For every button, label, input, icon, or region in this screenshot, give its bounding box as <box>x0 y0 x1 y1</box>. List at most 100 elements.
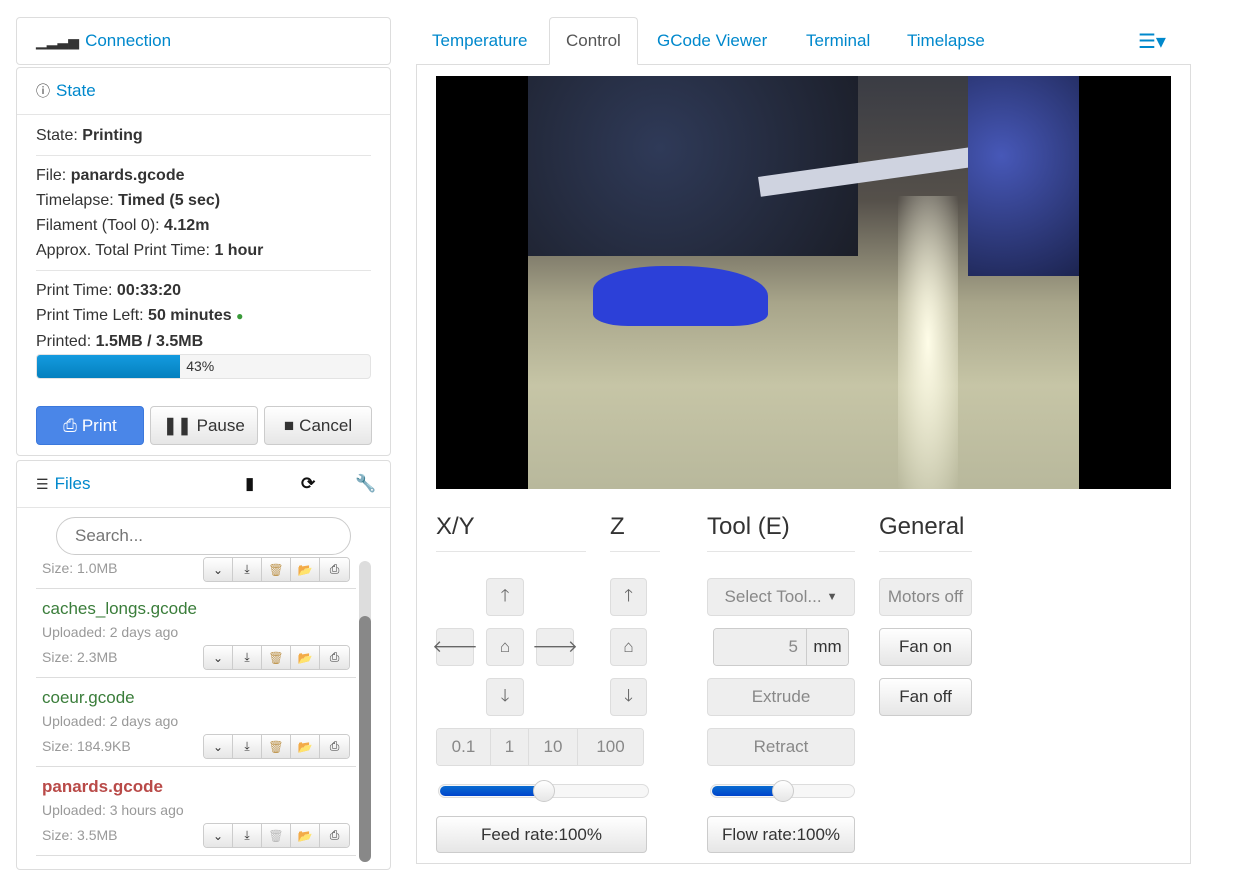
download-icon[interactable]: ⤓ <box>233 824 262 847</box>
pause-button[interactable]: ❚❚ Pause <box>150 406 258 445</box>
file-size: Size: 3.5MB <box>42 827 118 843</box>
expand-icon[interactable]: ⌄ <box>204 646 233 669</box>
tab-timelapse[interactable]: Timelapse <box>891 17 1001 65</box>
print-button[interactable]: ⎙ Print <box>36 406 144 445</box>
tab-gcode-viewer[interactable]: GCode Viewer <box>641 17 783 65</box>
webcam-image <box>528 76 1079 489</box>
expand-icon[interactable]: ⌄ <box>204 558 233 581</box>
x-plus-arrow-right-icon[interactable]: 🡒 <box>532 628 578 666</box>
z-minus-arrow-down-icon[interactable]: 🡓 <box>610 678 647 716</box>
state-title[interactable]: State <box>56 81 96 101</box>
caret-down-icon: ▼ <box>826 591 838 603</box>
y-plus-arrow-up-icon[interactable]: 🡑 <box>486 578 524 616</box>
select-tool-dropdown[interactable]: Select Tool... ▼ <box>707 578 855 616</box>
files-title[interactable]: Files <box>55 474 91 494</box>
list-icon: ☰ <box>36 475 49 492</box>
signal-icon: ▁▂▃▅ <box>36 32 80 49</box>
file-uploaded: Uploaded: 2 days ago <box>42 624 179 640</box>
download-icon[interactable]: ⤓ <box>233 735 262 758</box>
fan-on-button[interactable]: Fan on <box>879 628 972 666</box>
expand-icon[interactable]: ⌄ <box>204 824 233 847</box>
tab-control[interactable]: Control <box>549 17 638 65</box>
xy-home-icon[interactable]: ⌂ <box>486 628 524 666</box>
cancel-button[interactable]: ■ Cancel <box>264 406 372 445</box>
load-icon[interactable]: 📂 <box>291 558 320 581</box>
flow-rate-button[interactable]: Flow rate:100% <box>707 816 855 853</box>
download-icon[interactable]: ⤓ <box>233 646 262 669</box>
xy-title: X/Y <box>436 513 586 552</box>
stop-icon: ■ <box>283 415 295 435</box>
load-icon[interactable]: 📂 <box>291 735 320 758</box>
extrude-amount-group: 5 mm <box>713 628 849 666</box>
x-minus-arrow-left-icon[interactable]: 🡐 <box>432 628 478 666</box>
file-search-input[interactable] <box>56 517 351 555</box>
print-time-line: Print Time: 00:33:20 <box>36 282 181 299</box>
step-100-button[interactable]: 100 <box>578 729 643 765</box>
progress-bar: 43% <box>36 354 371 379</box>
motors-off-button[interactable]: Motors off <box>879 578 972 616</box>
step-10-button[interactable]: 10 <box>529 729 578 765</box>
delete-icon[interactable]: 🗑 <box>262 824 291 847</box>
feed-rate-slider[interactable] <box>438 780 649 802</box>
z-home-icon[interactable]: ⌂ <box>610 628 647 666</box>
file-actions: ⌄ ⤓ 🗑 📂 ⎙ <box>203 823 350 848</box>
download-icon[interactable]: ⤓ <box>233 558 262 581</box>
tab-temperature[interactable]: Temperature <box>416 17 543 65</box>
flow-rate-slider[interactable] <box>710 780 855 802</box>
y-minus-arrow-down-icon[interactable]: 🡓 <box>486 678 524 716</box>
connection-title[interactable]: Connection <box>85 31 171 51</box>
print-file-icon[interactable]: ⎙ <box>320 735 349 758</box>
retract-button[interactable]: Retract <box>707 728 855 766</box>
status-dot-icon: ● <box>236 309 244 323</box>
feed-rate-button[interactable]: Feed rate:100% <box>436 816 647 853</box>
file-list-item: panards.gcode Uploaded: 3 hours ago Size… <box>36 767 356 856</box>
step-1-button[interactable]: 1 <box>491 729 529 765</box>
wrench-icon[interactable]: 🔧 <box>355 474 376 494</box>
tab-menu-icon[interactable]: ☰▾ <box>1122 17 1182 65</box>
print-file-icon[interactable]: ⎙ <box>320 646 349 669</box>
general-title: General <box>879 513 972 552</box>
delete-icon[interactable]: 🗑 <box>262 558 291 581</box>
connection-panel: ▁▂▃▅ Connection <box>16 17 391 65</box>
file-line: File: panards.gcode <box>36 167 185 184</box>
file-item-partial: Size: 1.0MB ⌄ ⤓ 🗑 📂 ⎙ <box>36 557 356 589</box>
file-list-scrollbar[interactable] <box>359 561 371 862</box>
flow-slider-handle[interactable] <box>771 780 794 802</box>
tab-bar: Temperature Control GCode Viewer Termina… <box>416 17 1191 65</box>
delete-icon[interactable]: 🗑 <box>262 735 291 758</box>
file-uploaded: Uploaded: 3 hours ago <box>42 802 184 818</box>
print-file-icon[interactable]: ⎙ <box>320 824 349 847</box>
file-name[interactable]: coeur.gcode <box>42 688 135 708</box>
files-header: ☰ Files ▮ ⟳ 🔧 <box>17 461 390 508</box>
extrude-amount-input[interactable]: 5 <box>714 629 807 665</box>
tab-terminal[interactable]: Terminal <box>790 17 886 65</box>
delete-icon[interactable]: 🗑 <box>262 646 291 669</box>
expand-icon[interactable]: ⌄ <box>204 735 233 758</box>
print-icon: ⎙ <box>63 415 77 435</box>
refresh-icon[interactable]: ⟳ <box>301 474 315 494</box>
step-size-group: 0.1 1 10 100 <box>436 728 644 766</box>
print-file-icon[interactable]: ⎙ <box>320 558 349 581</box>
approx-time-line: Approx. Total Print Time: 1 hour <box>36 242 264 259</box>
feed-slider-handle[interactable] <box>532 780 555 802</box>
step-0-1-button[interactable]: 0.1 <box>437 729 491 765</box>
new-file-icon[interactable]: ▮ <box>245 474 254 494</box>
state-line: State: Printing <box>36 127 143 144</box>
load-icon[interactable]: 📂 <box>291 824 320 847</box>
state-header[interactable]: ⓘ State <box>17 68 390 115</box>
progress-text: 43% <box>186 358 215 374</box>
file-list-item: caches_longs.gcode Uploaded: 2 days ago … <box>36 589 356 678</box>
webcam-stream <box>436 76 1171 489</box>
file-name[interactable]: panards.gcode <box>42 777 163 797</box>
file-name[interactable]: caches_longs.gcode <box>42 599 197 619</box>
time-left-line: Print Time Left: 50 minutes ● <box>36 307 244 324</box>
pause-icon: ❚❚ <box>163 415 192 435</box>
file-size: Size: 2.3MB <box>42 649 118 665</box>
filament-line: Filament (Tool 0): 4.12m <box>36 217 210 234</box>
load-icon[interactable]: 📂 <box>291 646 320 669</box>
file-actions: ⌄ ⤓ 🗑 📂 ⎙ <box>203 557 350 582</box>
fan-off-button[interactable]: Fan off <box>879 678 972 716</box>
z-plus-arrow-up-icon[interactable]: 🡑 <box>610 578 647 616</box>
connection-header[interactable]: ▁▂▃▅ Connection <box>17 18 390 64</box>
extrude-button[interactable]: Extrude <box>707 678 855 716</box>
